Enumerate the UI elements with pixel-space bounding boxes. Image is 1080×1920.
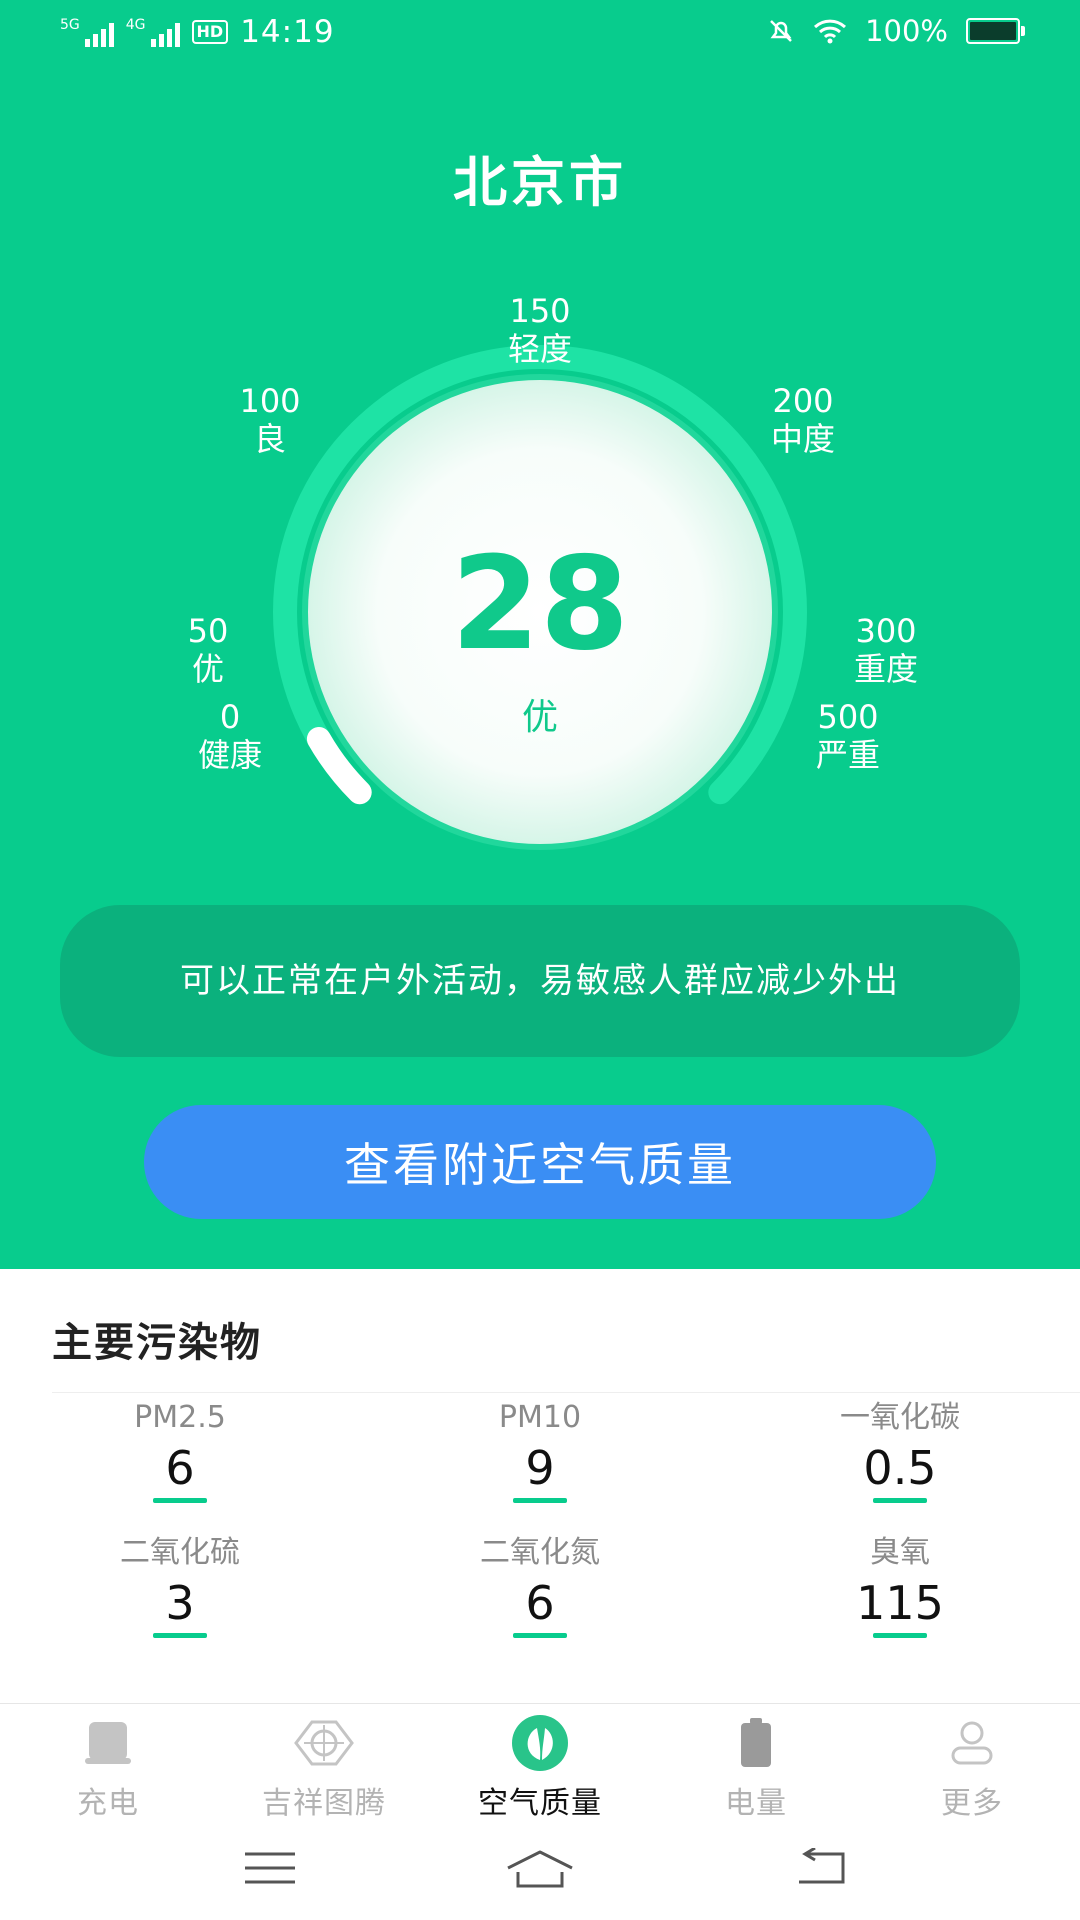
tab-more[interactable]: 更多 [872,1712,1072,1822]
pollutant-value: 115 [856,1576,944,1630]
aqi-level: 优 [521,697,558,738]
pollutant-co: 一氧化碳 0.5 [750,1400,1050,1503]
scale-mark-100: 100 良 [239,382,301,458]
pollutant-value: 9 [525,1441,555,1495]
pollutant-underline [513,1633,567,1638]
pollutants-divider [52,1392,1080,1393]
pollutant-name: 一氧化碳 [840,1400,960,1435]
pollutant-value: 6 [525,1576,555,1630]
battery-icon [741,1718,771,1767]
pollutant-name: PM2.5 [134,1400,226,1435]
home-icon[interactable] [504,1848,576,1888]
pollutant-pm10: PM10 9 [390,1400,690,1503]
aqi-value: 28 [450,530,630,679]
tab-battery-level[interactable]: 电量 [656,1712,856,1822]
pollutant-so2: 二氧化硫 3 [30,1535,330,1638]
back-icon[interactable] [795,1848,849,1888]
pollutant-value: 0.5 [863,1441,937,1495]
pollutant-value: 6 [165,1441,195,1495]
pollutant-underline [873,1498,927,1503]
health-advice: 可以正常在户外活动，易敏感人群应减少外出 [60,905,1020,1057]
pollutant-underline [513,1498,567,1503]
header-panel: 5G 4G HD 14:19 100% 北京市 150 轻度 100 良 200… [0,0,1080,1269]
pollutant-underline [153,1633,207,1638]
pollutant-no2: 二氧化氮 6 [390,1535,690,1638]
person-icon [951,1721,993,1765]
charger-icon [85,1722,131,1764]
leaf-icon [512,1715,568,1771]
menu-icon[interactable] [243,1848,297,1888]
aqi-gauge [273,345,807,850]
view-nearby-air-quality-button[interactable]: 查看附近空气质量 [144,1105,936,1219]
pollutant-name: 二氧化氮 [480,1535,600,1570]
pollutant-pm25: PM2.5 6 [30,1400,330,1503]
bottom-tab-bar: 充电 吉祥图腾 空气质量 电量 更多 [0,1703,1080,1829]
pollutants-title: 主要污染物 [52,1320,262,1366]
pollutant-o3: 臭氧 115 [750,1535,1050,1638]
pollutant-name: 二氧化硫 [120,1535,240,1570]
scale-mark-200: 200 中度 [770,382,836,458]
pollutant-underline [873,1633,927,1638]
pollutant-underline [153,1498,207,1503]
health-advice-text: 可以正常在户外活动，易敏感人群应减少外出 [180,961,900,1001]
system-navigation-bar [0,1828,1080,1920]
pollutant-value: 3 [165,1576,195,1630]
scale-mark-150: 150 轻度 [507,292,573,368]
tab-charging[interactable]: 充电 [8,1712,208,1822]
tab-totem[interactable]: 吉祥图腾 [224,1712,424,1822]
totem-icon [294,1720,354,1766]
tab-air-quality[interactable]: 空气质量 [440,1712,640,1822]
pollutant-name: 臭氧 [870,1535,930,1570]
pollutant-name: PM10 [498,1400,582,1435]
